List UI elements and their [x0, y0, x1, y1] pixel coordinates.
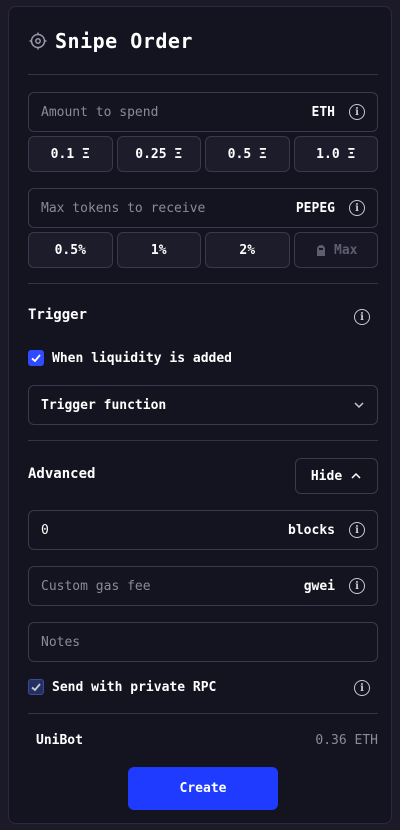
amount-preset-button[interactable]: 1.0 Ξ: [293, 136, 378, 172]
liquidity-checkbox-row[interactable]: When liquidity is added: [28, 350, 232, 366]
percent-preset-button[interactable]: 1%: [116, 232, 201, 268]
info-icon[interactable]: i: [354, 309, 370, 325]
header-divider: [28, 74, 378, 75]
page-title: Snipe Order: [55, 29, 193, 53]
bot-balance-row: UniBot 0.36 ETH: [36, 733, 378, 748]
trigger-function-label: Trigger function: [41, 397, 167, 413]
hide-advanced-button[interactable]: Hide: [295, 458, 378, 494]
gas-unit: gwei: [303, 578, 335, 594]
amount-preset-button[interactable]: 0.1 Ξ: [28, 136, 113, 172]
percent-preset-button[interactable]: 0.5%: [28, 232, 113, 268]
trigger-function-select[interactable]: Trigger function: [28, 385, 378, 425]
panel-header: Snipe Order: [29, 29, 193, 53]
advanced-title: Advanced: [28, 466, 96, 482]
amount-placeholder: Amount to spend: [41, 104, 159, 120]
info-icon[interactable]: i: [349, 578, 365, 594]
chevron-up-icon: [350, 470, 362, 482]
bot-name: UniBot: [36, 733, 83, 748]
max-tokens-presets: 0.5% 1% 2% Max: [28, 232, 378, 268]
notes-input[interactable]: Notes: [28, 622, 378, 662]
info-icon[interactable]: i: [349, 522, 365, 538]
amount-presets: 0.1 Ξ 0.25 Ξ 0.5 Ξ 1.0 Ξ: [28, 136, 378, 172]
blocks-input[interactable]: 0 blocks i: [28, 510, 378, 550]
section-divider: [28, 283, 378, 284]
max-tokens-unit: PEPEG: [295, 200, 335, 216]
footer-divider: [28, 713, 378, 714]
private-rpc-checkbox-row[interactable]: Send with private RPC: [28, 679, 216, 695]
gas-fee-placeholder: Custom gas fee: [41, 578, 151, 594]
checkbox-checked-icon[interactable]: [28, 679, 44, 695]
amount-preset-button[interactable]: 0.25 Ξ: [116, 136, 201, 172]
bot-balance: 0.36 ETH: [315, 733, 378, 748]
liquidity-label: When liquidity is added: [52, 350, 233, 366]
max-tokens-input[interactable]: Max tokens to receive PEPEG i: [28, 188, 378, 228]
create-button[interactable]: Create: [128, 767, 278, 810]
amount-input[interactable]: Amount to spend ETH i: [28, 92, 378, 132]
crosshair-icon: [29, 32, 47, 50]
gas-fee-input[interactable]: Custom gas fee gwei i: [28, 566, 378, 606]
info-icon[interactable]: i: [349, 200, 365, 216]
checkbox-checked-icon[interactable]: [28, 350, 44, 366]
max-button[interactable]: Max: [293, 232, 378, 268]
info-icon[interactable]: i: [349, 104, 365, 120]
hide-label: Hide: [310, 468, 343, 484]
chevron-down-icon: [353, 399, 365, 411]
amount-unit: ETH: [311, 104, 335, 120]
blocks-unit: blocks: [288, 522, 335, 538]
section-divider: [28, 440, 378, 441]
gorilla-icon: [314, 243, 328, 257]
info-icon[interactable]: i: [354, 680, 370, 696]
amount-preset-button[interactable]: 0.5 Ξ: [205, 136, 290, 172]
percent-preset-button[interactable]: 2%: [205, 232, 290, 268]
trigger-title: Trigger: [28, 307, 88, 323]
blocks-value: 0: [41, 522, 49, 538]
snipe-order-panel: Snipe Order Amount to spend ETH i 0.1 Ξ …: [8, 6, 392, 824]
private-rpc-label: Send with private RPC: [52, 679, 217, 695]
max-tokens-placeholder: Max tokens to receive: [41, 200, 206, 216]
notes-placeholder: Notes: [41, 634, 81, 650]
max-label: Max: [334, 242, 358, 258]
